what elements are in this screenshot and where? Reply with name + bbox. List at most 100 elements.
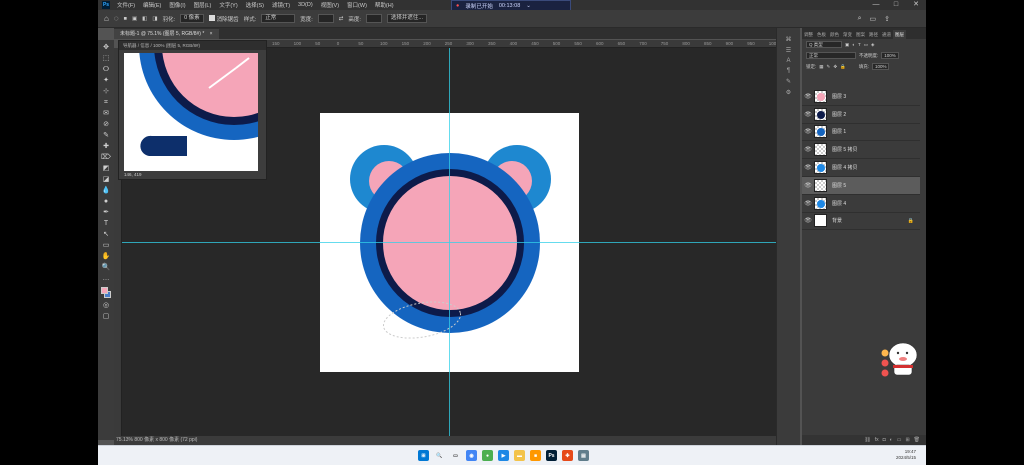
filter-smart-icon[interactable]: ◈ xyxy=(871,42,874,48)
chrome-icon[interactable]: ◉ xyxy=(466,450,477,461)
menu-edit[interactable]: 编辑(E) xyxy=(139,1,165,9)
select-and-mask-button[interactable]: 选择并遮住... xyxy=(386,14,427,23)
home-icon[interactable]: ⌂ xyxy=(104,14,109,23)
menu-layer[interactable]: 图层(L) xyxy=(190,1,216,9)
chevron-down-icon[interactable]: ⌄ xyxy=(526,3,531,9)
menu-window[interactable]: 窗口(W) xyxy=(343,1,371,9)
pen-tool-icon[interactable]: ✒ xyxy=(100,207,112,218)
minimize-button[interactable]: — xyxy=(866,0,886,10)
visibility-eye-icon[interactable]: 👁 xyxy=(802,146,814,153)
character-panel-icon[interactable]: A xyxy=(786,58,790,64)
object-select-tool-icon[interactable]: ✦ xyxy=(100,75,112,86)
app-orange-icon[interactable]: ■ xyxy=(530,450,541,461)
tab-swatches[interactable]: 色板 xyxy=(815,30,828,39)
marquee-tool-icon[interactable]: ⬚ xyxy=(100,53,112,64)
menu-file[interactable]: 文件(F) xyxy=(113,1,139,9)
intersect-selection-icon[interactable]: ◨ xyxy=(152,16,157,22)
layer-row[interactable]: 👁 图层 5 拷贝 xyxy=(802,141,920,160)
zoom-tool-icon[interactable]: 🔍 xyxy=(100,262,112,273)
search-icon[interactable]: ⌕ xyxy=(858,15,862,23)
tab-adjustments[interactable]: 调整 xyxy=(802,30,815,39)
opacity-input[interactable]: 100% xyxy=(881,52,899,59)
new-layer-icon[interactable]: ⊞ xyxy=(905,437,909,443)
navigator-title[interactable]: 导航器 / 信息 / 100% (图层 5, RGB/8#) xyxy=(119,41,266,50)
style-select[interactable]: 正常 xyxy=(261,14,296,23)
layer-row[interactable]: 👁 图层 4 拷贝 xyxy=(802,159,920,177)
history-brush-tool-icon[interactable]: ⌦ xyxy=(100,152,112,163)
screen-mode-icon[interactable]: ▢ xyxy=(100,311,112,322)
lock-transparent-icon[interactable]: ▦ xyxy=(819,64,823,70)
brush-tool-icon[interactable]: ✎ xyxy=(100,130,112,141)
properties-panel-icon[interactable]: ☰ xyxy=(786,47,791,54)
path-select-tool-icon[interactable]: ↖ xyxy=(100,229,112,240)
task-view-icon[interactable]: ▭ xyxy=(450,450,461,461)
move-tool-icon[interactable]: ✥ xyxy=(100,42,112,53)
antialias-checkbox[interactable]: 消除锯齿 xyxy=(208,14,239,23)
record-icon[interactable]: ● xyxy=(456,3,459,9)
lock-all-icon[interactable]: 🔒 xyxy=(840,64,846,70)
visibility-eye-icon[interactable]: 👁 xyxy=(802,164,814,171)
filter-pixel-icon[interactable]: ▣ xyxy=(845,42,849,48)
app-green-icon[interactable]: ● xyxy=(482,450,493,461)
type-tool-icon[interactable]: T xyxy=(100,218,112,229)
healing-brush-tool-icon[interactable]: ⊘ xyxy=(100,119,112,130)
lock-paint-icon[interactable]: ✎ xyxy=(827,64,831,70)
width-input[interactable] xyxy=(317,14,334,23)
eraser-tool-icon[interactable]: ◩ xyxy=(100,163,112,174)
menu-filter[interactable]: 滤镜(T) xyxy=(268,1,294,9)
dodge-tool-icon[interactable]: ● xyxy=(100,196,112,207)
layer-row[interactable]: 👁 图层 1 xyxy=(802,123,920,142)
system-clock[interactable]: 19:47 2024/5/15 xyxy=(896,449,916,461)
navigator-panel[interactable]: 导航器 / 信息 / 100% (图层 5, RGB/8#) 146, 419 xyxy=(118,40,267,180)
visibility-eye-icon[interactable]: 👁 xyxy=(802,93,814,100)
feather-input[interactable]: 0 像素 xyxy=(180,14,204,23)
tab-gradients[interactable]: 渐变 xyxy=(841,30,854,39)
menu-view[interactable]: 视图(V) xyxy=(317,1,343,9)
tab-color[interactable]: 颜色 xyxy=(828,30,841,39)
vertical-guide[interactable] xyxy=(449,48,450,436)
document-tab[interactable]: 未标题-1 @ 75.1% (图层 5, RGB/8#) * × xyxy=(114,29,219,39)
lasso-tool-icon[interactable]: ⵔ xyxy=(100,64,112,75)
gradient-tool-icon[interactable]: ◪ xyxy=(100,174,112,185)
layer-row[interactable]: 👁 背景 🔒 xyxy=(802,212,920,231)
fill-input[interactable]: 100% xyxy=(871,63,890,70)
app-red-icon[interactable]: ✤ xyxy=(562,450,573,461)
tab-paths[interactable]: 路径 xyxy=(867,30,880,39)
menu-select[interactable]: 选择(S) xyxy=(242,1,268,9)
search-icon[interactable]: 🔍 xyxy=(434,450,445,461)
layer-row[interactable]: 👁 图层 5 xyxy=(802,176,920,195)
app-gray-icon[interactable]: ▤ xyxy=(578,450,589,461)
history-panel-icon[interactable]: ⌘ xyxy=(786,36,792,43)
visibility-eye-icon[interactable]: 👁 xyxy=(802,200,814,207)
quick-mask-icon[interactable]: ◎ xyxy=(100,300,112,311)
height-input[interactable] xyxy=(365,14,382,23)
close-tab-icon[interactable]: × xyxy=(210,31,213,37)
filter-shape-icon[interactable]: ▭ xyxy=(864,42,868,48)
shape-tool-icon[interactable]: ▭ xyxy=(100,240,112,251)
elliptical-marquee-icon[interactable]: ◌ xyxy=(114,14,119,23)
frame-tool-icon[interactable]: ⌗ xyxy=(100,97,112,108)
tab-channels[interactable]: 通道 xyxy=(880,30,893,39)
lock-move-icon[interactable]: ✥ xyxy=(833,64,837,70)
adjustment-layer-icon[interactable]: ◐ xyxy=(890,437,893,443)
tab-layers[interactable]: 图层 xyxy=(893,30,906,39)
visibility-eye-icon[interactable]: 👁 xyxy=(802,182,814,189)
tab-patterns[interactable]: 图案 xyxy=(854,30,867,39)
blur-tool-icon[interactable]: 💧 xyxy=(100,185,112,196)
glyphs-panel-icon[interactable]: ⚙ xyxy=(786,89,791,96)
menu-3d[interactable]: 3D(D) xyxy=(294,2,317,8)
more-tools-icon[interactable]: … xyxy=(100,273,112,284)
blend-mode-select[interactable]: 正常 xyxy=(806,52,856,59)
new-selection-icon[interactable]: ■ xyxy=(124,16,127,22)
menu-type[interactable]: 文字(Y) xyxy=(215,1,241,9)
add-mask-icon[interactable]: ◘ xyxy=(883,437,886,443)
maximize-button[interactable]: □ xyxy=(886,0,906,10)
visibility-eye-icon[interactable]: 👁 xyxy=(802,128,814,135)
filter-adjust-icon[interactable]: ◐ xyxy=(852,42,855,47)
delete-layer-icon[interactable]: 🗑 xyxy=(914,437,920,443)
add-selection-icon[interactable]: ▣ xyxy=(132,16,137,22)
photoshop-icon[interactable]: Ps xyxy=(546,450,557,461)
swap-icon[interactable]: ⇄ xyxy=(339,16,344,22)
filter-type-icon[interactable]: T xyxy=(858,42,861,47)
paragraph-panel-icon[interactable]: ¶ xyxy=(787,68,790,74)
